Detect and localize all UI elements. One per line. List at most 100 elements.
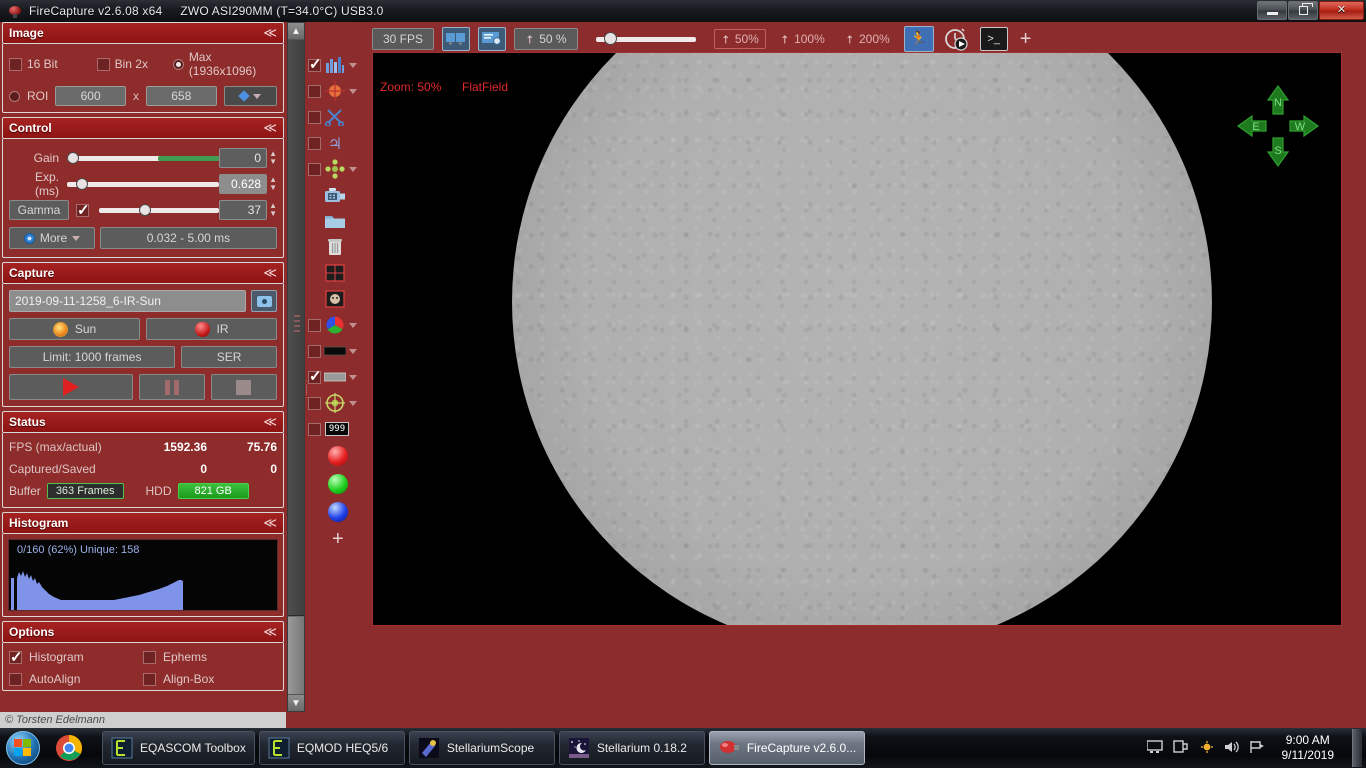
radio-max-resolution[interactable]: Max (1936x1096) bbox=[172, 50, 277, 78]
exposure-slider[interactable] bbox=[67, 174, 220, 194]
jupiter-symbol-icon[interactable]: ♃ bbox=[324, 132, 346, 154]
gain-slider[interactable] bbox=[67, 148, 220, 168]
gamma-slider-knob[interactable] bbox=[138, 204, 151, 216]
tray-monitor-icon[interactable] bbox=[1145, 739, 1163, 757]
taskbar-item-stellarium[interactable]: Stellarium 0.18.2 bbox=[558, 731, 705, 765]
exposure-slider-knob[interactable] bbox=[76, 178, 88, 190]
tool-colorwheel[interactable] bbox=[308, 312, 370, 338]
tool-target-checkbox[interactable] bbox=[308, 84, 321, 98]
tray-volume-icon[interactable] bbox=[1224, 740, 1240, 757]
run-button[interactable]: 🏃 bbox=[903, 26, 934, 52]
plus-icon[interactable]: + bbox=[332, 529, 344, 549]
tool-film-camera[interactable] bbox=[308, 182, 370, 208]
tool-scissors-checkbox[interactable] bbox=[308, 110, 321, 124]
tool-colorwheel-checkbox[interactable] bbox=[308, 318, 321, 332]
terminal-button[interactable]: >_ bbox=[979, 27, 1008, 51]
stop-button[interactable] bbox=[210, 374, 278, 400]
zoom-preset-200[interactable]: ↗ 200% bbox=[839, 30, 896, 48]
capture-limit-button[interactable]: Limit: 1000 frames bbox=[9, 346, 176, 368]
tray-sun-icon[interactable] bbox=[1198, 740, 1214, 757]
compass-overlay[interactable]: N S E W bbox=[1236, 84, 1320, 168]
gamma-button[interactable]: Gamma bbox=[9, 200, 69, 220]
option-ephems-box[interactable] bbox=[143, 650, 156, 664]
scrollbar-track-lower[interactable] bbox=[288, 617, 304, 694]
tool-histogram-checkbox[interactable] bbox=[308, 55, 322, 73]
red-channel-icon[interactable] bbox=[328, 446, 348, 466]
green-channel-icon[interactable] bbox=[328, 474, 348, 494]
option-alignbox-box[interactable] bbox=[143, 672, 156, 686]
film-camera-icon[interactable] bbox=[324, 184, 346, 206]
gamma-spinner-arrows[interactable]: ▲ ▼ bbox=[269, 202, 277, 218]
chevron-down-icon[interactable] bbox=[349, 374, 357, 380]
image-preview-area[interactable]: Zoom: 50% FlatField N S E W bbox=[372, 52, 1342, 626]
close-button[interactable]: ✕ bbox=[1319, 1, 1364, 20]
taskbar-item-stellariumscope[interactable]: StellariumScope bbox=[408, 731, 555, 765]
option-alignbox[interactable]: Align-Box bbox=[143, 672, 277, 686]
checkbox-bin2x[interactable]: Bin 2x bbox=[96, 57, 173, 71]
tool-target[interactable] bbox=[308, 78, 370, 104]
panel-status-header[interactable]: Status ≪ bbox=[2, 411, 284, 433]
radio-roi-box[interactable] bbox=[9, 90, 20, 102]
panel-image-header[interactable]: Image ≪ bbox=[2, 22, 284, 44]
chrome-taskbar-icon[interactable] bbox=[46, 729, 92, 767]
tool-jupiter[interactable]: ♃ bbox=[308, 130, 370, 156]
gamma-checkbox[interactable] bbox=[76, 201, 90, 219]
black-bar-icon[interactable] bbox=[324, 340, 346, 362]
add-panel-button[interactable]: + bbox=[1020, 28, 1032, 51]
taskbar-item-firecapture[interactable]: FireCapture v2.6.0... bbox=[708, 731, 866, 765]
roi-height-input[interactable]: 658 bbox=[145, 86, 217, 106]
start-button[interactable] bbox=[0, 729, 46, 767]
minimize-button[interactable] bbox=[1257, 1, 1287, 20]
gain-slider-knob[interactable] bbox=[67, 152, 79, 164]
add-tool-button[interactable]: + bbox=[308, 526, 370, 552]
gamma-spinner[interactable]: 37 ▲ ▼ bbox=[219, 200, 277, 220]
snapshot-button[interactable] bbox=[251, 290, 277, 312]
system-clock[interactable]: 9:00 AM 9/11/2019 bbox=[1282, 733, 1335, 763]
crosshair-planet-icon[interactable] bbox=[324, 80, 346, 102]
gain-spinner-arrows[interactable]: ▲ ▼ bbox=[269, 150, 277, 166]
exposure-spinner-arrows[interactable]: ▲ ▼ bbox=[269, 176, 277, 192]
display-settings-button[interactable] bbox=[478, 27, 507, 51]
tray-plug-icon[interactable] bbox=[1172, 739, 1188, 757]
exposure-spinner[interactable]: 0.628 ▲ ▼ bbox=[219, 174, 277, 194]
chevron-down-icon[interactable] bbox=[349, 400, 357, 406]
show-desktop-button[interactable] bbox=[1352, 729, 1362, 767]
option-autoalign-box[interactable] bbox=[9, 672, 22, 686]
panel-capture-header[interactable]: Capture ≪ bbox=[2, 262, 284, 284]
zoom-preset-50[interactable]: ↗ 50% bbox=[713, 29, 766, 49]
chevron-down-icon[interactable] bbox=[349, 88, 357, 94]
face-icon[interactable] bbox=[324, 288, 346, 310]
tool-grid[interactable] bbox=[308, 260, 370, 286]
chevron-up-icon[interactable]: ≪ bbox=[263, 415, 277, 429]
move-arrows-icon[interactable] bbox=[324, 158, 346, 180]
roi-width-input[interactable]: 600 bbox=[55, 86, 126, 106]
more-button[interactable]: More bbox=[9, 227, 95, 249]
tray-flag-icon[interactable] bbox=[1249, 740, 1266, 757]
target-reticle-icon[interactable] bbox=[324, 392, 346, 414]
tool-histogram[interactable] bbox=[308, 52, 370, 78]
bar-chart-icon[interactable] bbox=[324, 54, 346, 76]
tool-align-checkbox[interactable] bbox=[308, 162, 321, 176]
tool-face[interactable] bbox=[308, 286, 370, 312]
gamma-value[interactable]: 37 bbox=[219, 200, 268, 220]
option-ephems[interactable]: Ephems bbox=[143, 650, 277, 664]
chevron-down-icon[interactable] bbox=[349, 62, 357, 68]
channel-green[interactable] bbox=[308, 470, 370, 498]
radio-max-box[interactable] bbox=[172, 58, 184, 70]
roi-preset-dropdown[interactable] bbox=[223, 86, 278, 106]
panel-options-header[interactable]: Options ≪ bbox=[2, 621, 284, 643]
exposure-value[interactable]: 0.628 bbox=[219, 174, 268, 194]
left-panel-scrollbar[interactable]: ▲ ▼ bbox=[287, 22, 305, 712]
chevron-down-icon[interactable] bbox=[349, 322, 357, 328]
gain-spinner[interactable]: 0 ▲ ▼ bbox=[219, 148, 277, 168]
panel-histogram-header[interactable]: Histogram ≪ bbox=[2, 512, 284, 534]
tool-graybar[interactable] bbox=[308, 364, 370, 390]
chevron-down-icon[interactable] bbox=[349, 166, 357, 172]
tool-align[interactable] bbox=[308, 156, 370, 182]
gray-bar-icon[interactable] bbox=[324, 366, 346, 388]
tool-blackbar[interactable] bbox=[308, 338, 370, 364]
option-histogram-box[interactable] bbox=[9, 648, 23, 666]
taskbar-item-eqmod[interactable]: EQMOD HEQ5/6 bbox=[258, 731, 405, 765]
capture-format-button[interactable]: SER bbox=[181, 346, 277, 368]
channel-blue[interactable] bbox=[308, 498, 370, 526]
